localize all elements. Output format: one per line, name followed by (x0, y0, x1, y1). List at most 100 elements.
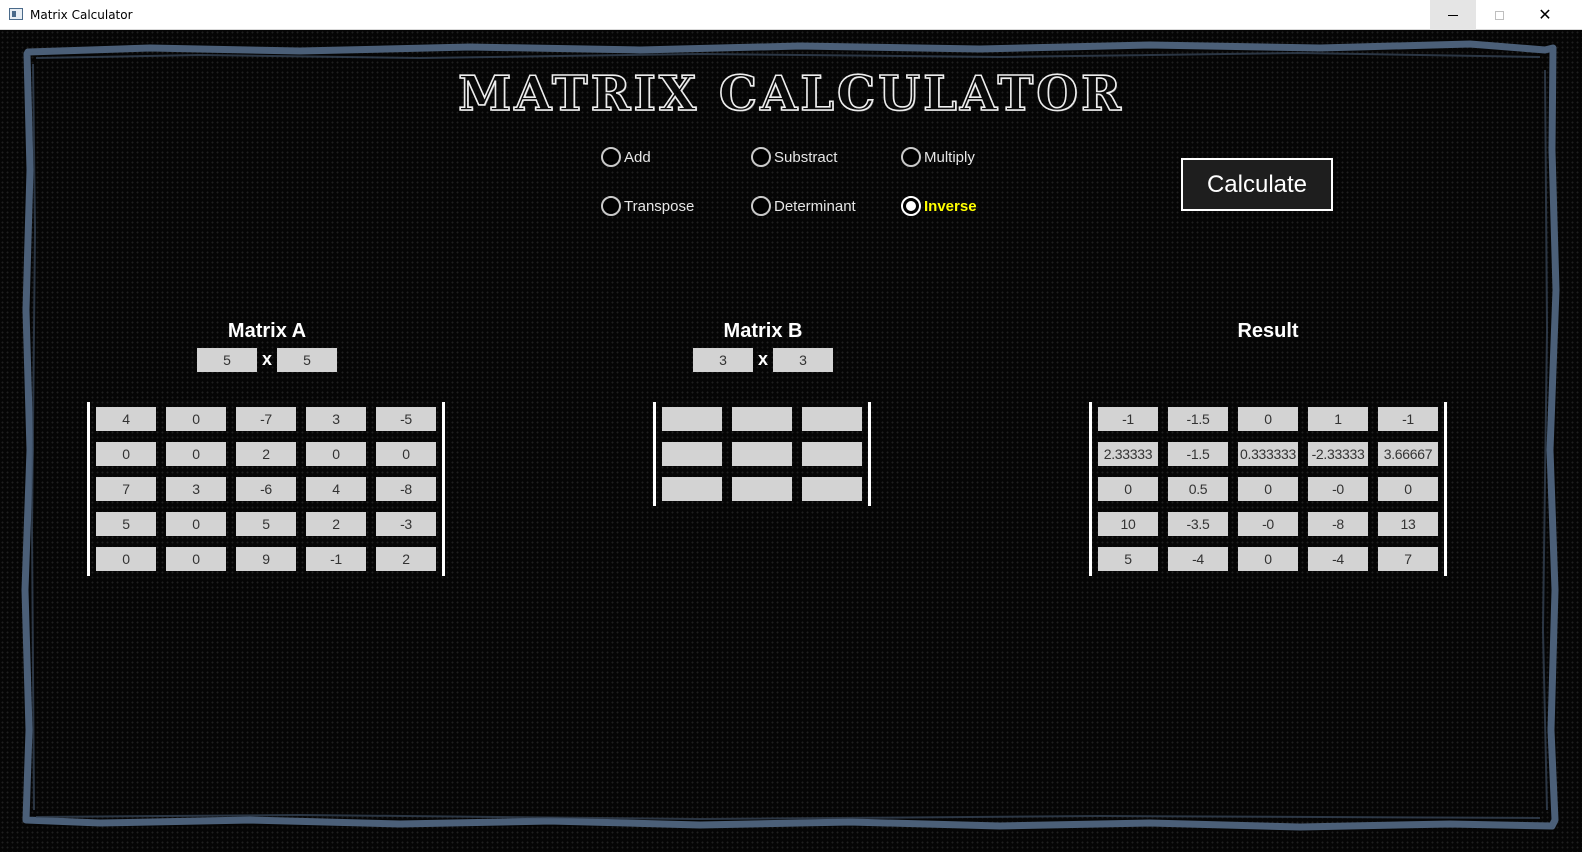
matrix-b-cell-0-0[interactable] (662, 407, 722, 431)
radio-label: Inverse (924, 197, 977, 215)
result-bracket-right (1444, 402, 1447, 576)
matrix-a-cell-1-0[interactable]: 0 (96, 442, 156, 466)
matrix-a-cell-4-2[interactable]: 9 (236, 547, 296, 571)
result-cell-4-3[interactable]: -4 (1308, 547, 1368, 571)
result-cell-0-1[interactable]: -1.5 (1168, 407, 1228, 431)
radio-circle-icon[interactable] (601, 196, 621, 216)
matrix-a-cell-2-3[interactable]: 4 (306, 477, 366, 501)
result-cell-4-0[interactable]: 5 (1098, 547, 1158, 571)
result-cell-1-2[interactable]: 0.333333 (1238, 442, 1298, 466)
matrix-a-cell-1-1[interactable]: 0 (166, 442, 226, 466)
radio-label: Multiply (924, 148, 975, 166)
radio-circle-icon[interactable] (901, 196, 921, 216)
radio-circle-icon[interactable] (601, 147, 621, 167)
radio-circle-icon[interactable] (751, 147, 771, 167)
matrix-a-cell-2-0[interactable]: 7 (96, 477, 156, 501)
radio-determinant[interactable]: Determinant (751, 196, 856, 216)
app-icon (9, 8, 23, 20)
matrix-a-cols-input[interactable]: 5 (277, 348, 337, 372)
minimize-icon (1448, 14, 1458, 16)
matrix-a-cell-0-3[interactable]: 3 (306, 407, 366, 431)
matrix-a-cell-3-1[interactable]: 0 (166, 512, 226, 536)
matrix-a-cell-4-0[interactable]: 0 (96, 547, 156, 571)
matrix-a-cell-0-1[interactable]: 0 (166, 407, 226, 431)
result-title: Result (1237, 320, 1299, 342)
matrix-a-cell-0-4[interactable]: -5 (376, 407, 436, 431)
matrix-b-rows-input[interactable]: 3 (693, 348, 753, 372)
matrix-a-cell-3-3[interactable]: 2 (306, 512, 366, 536)
matrix-b-cell-2-1[interactable] (732, 477, 792, 501)
matrix-b-dim-separator: x (757, 349, 768, 369)
radio-circle-icon[interactable] (751, 196, 771, 216)
radio-substract[interactable]: Substract (751, 147, 837, 167)
matrix-a-cell-0-2[interactable]: -7 (236, 407, 296, 431)
result-cell-3-4[interactable]: 13 (1378, 512, 1438, 536)
matrix-a-bracket-left (87, 402, 90, 576)
app-title: MATRIX CALCULATOR (457, 65, 1124, 123)
radio-add[interactable]: Add (601, 147, 651, 167)
radio-circle-icon[interactable] (901, 147, 921, 167)
matrix-b-cell-2-2[interactable] (802, 477, 862, 501)
result-cell-4-1[interactable]: -4 (1168, 547, 1228, 571)
matrix-b-cell-1-1[interactable] (732, 442, 792, 466)
result-cell-2-0[interactable]: 0 (1098, 477, 1158, 501)
matrix-a-rows-input[interactable]: 5 (197, 348, 257, 372)
matrix-a-cell-2-1[interactable]: 3 (166, 477, 226, 501)
result-cell-3-3[interactable]: -8 (1308, 512, 1368, 536)
radio-inverse[interactable]: Inverse (901, 196, 977, 216)
app-canvas: MATRIX CALCULATOR Add Substract Multiply Tr… (0, 30, 1582, 852)
result-cell-2-2[interactable]: 0 (1238, 477, 1298, 501)
result-cell-3-1[interactable]: -3.5 (1168, 512, 1228, 536)
result-cell-1-4[interactable]: 3.66667 (1378, 442, 1438, 466)
window-titlebar: Matrix Calculator ✕ (0, 0, 1582, 30)
matrix-b-bracket-left (653, 402, 656, 506)
radio-label: Transpose (624, 197, 695, 215)
result-cell-2-3[interactable]: -0 (1308, 477, 1368, 501)
matrix-b-cell-0-1[interactable] (732, 407, 792, 431)
result-bracket-left (1089, 402, 1092, 576)
result-cell-0-3[interactable]: 1 (1308, 407, 1368, 431)
calculate-button[interactable]: Calculate (1181, 158, 1333, 211)
matrix-a-title: Matrix A (227, 320, 307, 342)
result-cell-3-0[interactable]: 10 (1098, 512, 1158, 536)
maximize-icon (1494, 10, 1504, 20)
result-cell-2-4[interactable]: 0 (1378, 477, 1438, 501)
result-cell-4-2[interactable]: 0 (1238, 547, 1298, 571)
result-cell-1-1[interactable]: -1.5 (1168, 442, 1228, 466)
matrix-b-cell-0-2[interactable] (802, 407, 862, 431)
matrix-a-cell-3-4[interactable]: -3 (376, 512, 436, 536)
matrix-a-cell-1-4[interactable]: 0 (376, 442, 436, 466)
result-cell-2-1[interactable]: 0.5 (1168, 477, 1228, 501)
matrix-b-cell-1-0[interactable] (662, 442, 722, 466)
matrix-a-cell-2-2[interactable]: -6 (236, 477, 296, 501)
matrix-a-cell-4-3[interactable]: -1 (306, 547, 366, 571)
matrix-a-cell-1-2[interactable]: 2 (236, 442, 296, 466)
matrix-b-bracket-right (868, 402, 871, 506)
matrix-a-cell-2-4[interactable]: -8 (376, 477, 436, 501)
result-cell-1-3[interactable]: -2.33333 (1308, 442, 1368, 466)
close-icon: ✕ (1538, 5, 1552, 24)
radio-label: Add (624, 148, 651, 166)
radio-multiply[interactable]: Multiply (901, 147, 975, 167)
matrix-a-cell-3-2[interactable]: 5 (236, 512, 296, 536)
matrix-a-cell-4-4[interactable]: 2 (376, 547, 436, 571)
matrix-b-cell-2-0[interactable] (662, 477, 722, 501)
minimize-button[interactable] (1430, 0, 1476, 30)
matrix-a-dim-separator: x (261, 349, 272, 369)
result-cell-3-2[interactable]: -0 (1238, 512, 1298, 536)
close-button[interactable]: ✕ (1522, 0, 1568, 30)
result-cell-1-0[interactable]: 2.33333 (1098, 442, 1158, 466)
matrix-b-cell-1-2[interactable] (802, 442, 862, 466)
matrix-a-cell-3-0[interactable]: 5 (96, 512, 156, 536)
radio-label: Determinant (774, 197, 856, 215)
matrix-b-cols-input[interactable]: 3 (773, 348, 833, 372)
maximize-button[interactable] (1476, 0, 1522, 30)
result-cell-0-4[interactable]: -1 (1378, 407, 1438, 431)
matrix-a-cell-1-3[interactable]: 0 (306, 442, 366, 466)
result-cell-4-4[interactable]: 7 (1378, 547, 1438, 571)
radio-transpose[interactable]: Transpose (601, 196, 694, 216)
matrix-a-cell-4-1[interactable]: 0 (166, 547, 226, 571)
matrix-a-cell-0-0[interactable]: 4 (96, 407, 156, 431)
result-cell-0-0[interactable]: -1 (1098, 407, 1158, 431)
result-cell-0-2[interactable]: 0 (1238, 407, 1298, 431)
